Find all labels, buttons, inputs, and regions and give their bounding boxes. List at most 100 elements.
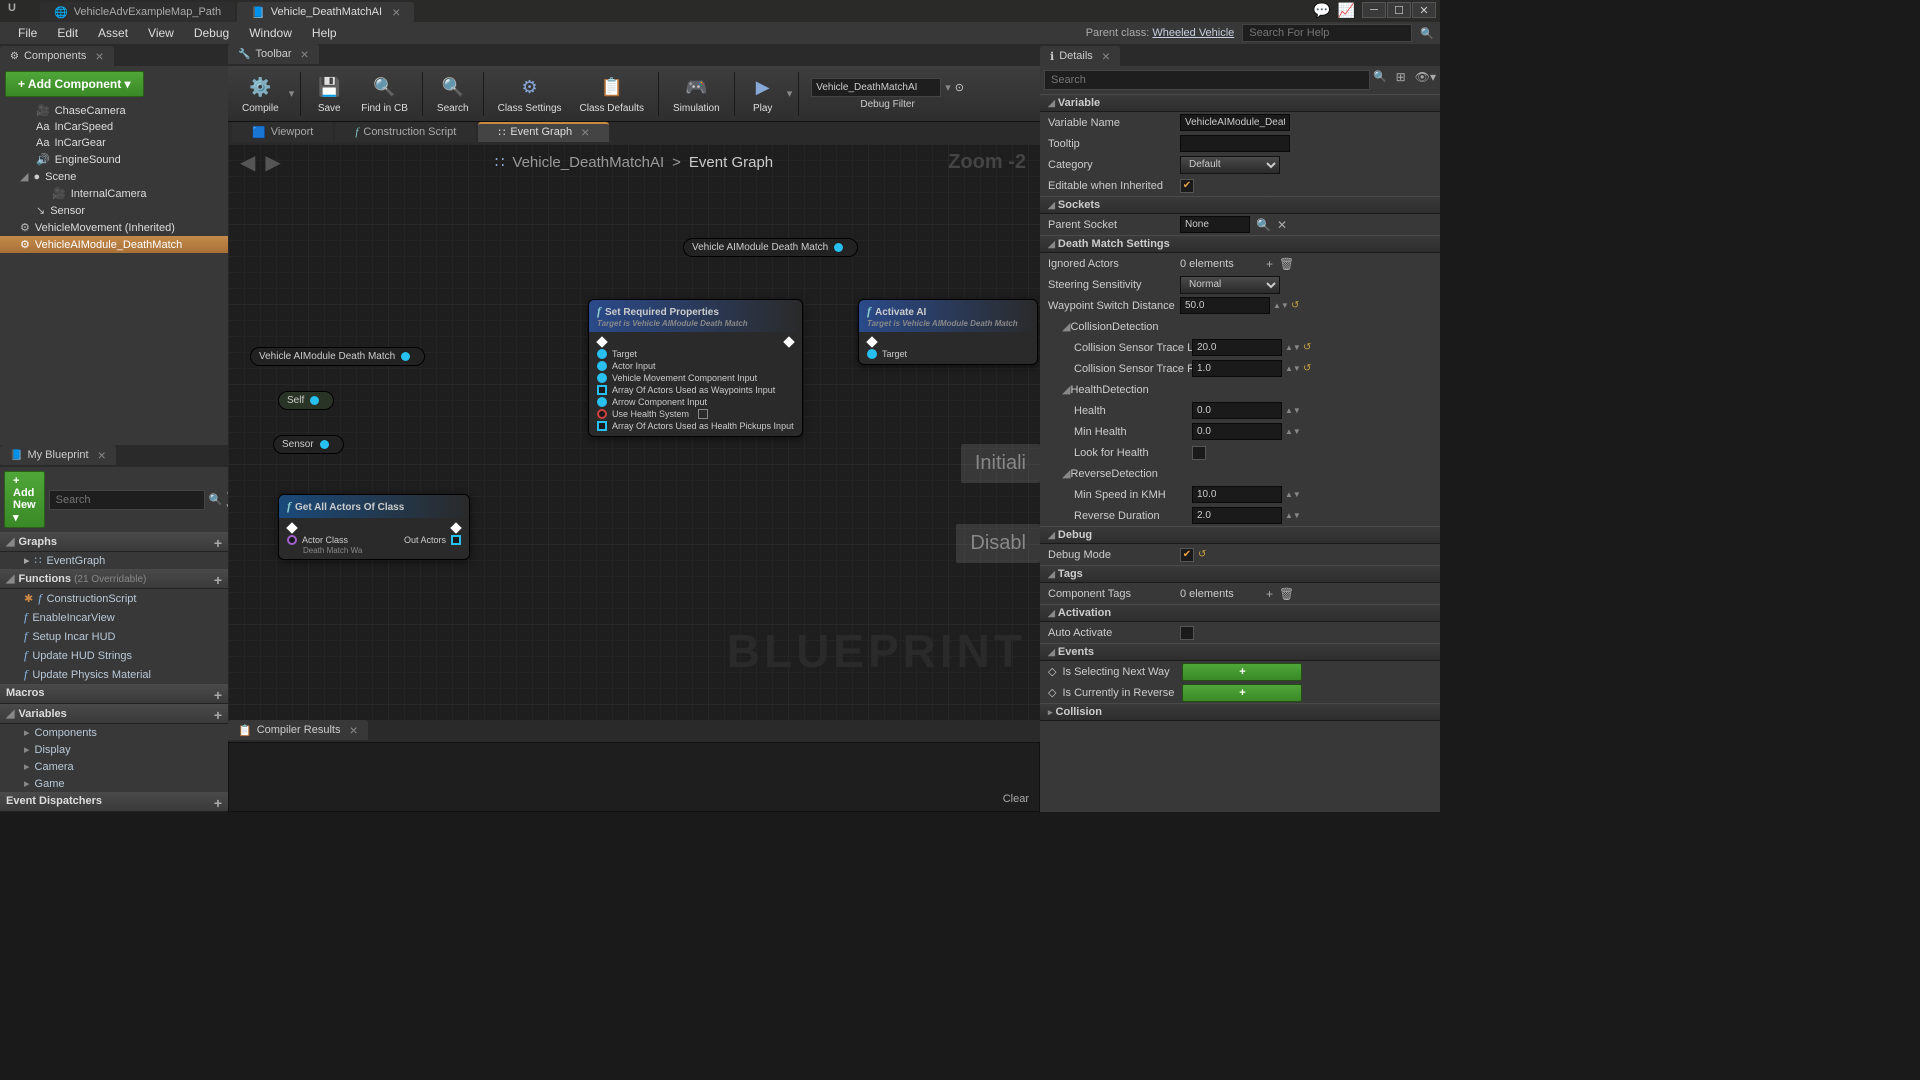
deathmatch-section[interactable]: ◢Death Match Settings bbox=[1040, 235, 1440, 253]
play-button[interactable]: ▶Play bbox=[741, 69, 785, 119]
component-item[interactable]: AaInCarSpeed bbox=[0, 119, 228, 135]
maximize-button[interactable]: ☐ bbox=[1387, 2, 1411, 18]
component-item[interactable]: AaInCarGear bbox=[0, 135, 228, 151]
variable-category[interactable]: ▸Game bbox=[0, 775, 228, 792]
graph-item[interactable]: ▸∷EventGraph bbox=[0, 552, 228, 569]
variable-category[interactable]: ▸Components bbox=[0, 724, 228, 741]
parent-class-link[interactable]: Wheeled Vehicle bbox=[1152, 27, 1234, 39]
function-item[interactable]: fUpdate Physics Material bbox=[0, 665, 228, 684]
function-item[interactable]: ✱fConstructionScript bbox=[0, 589, 228, 608]
blueprint-search-input[interactable] bbox=[49, 490, 205, 510]
reset-icon[interactable]: ↺ bbox=[1291, 300, 1299, 311]
find-in-cb-button[interactable]: 🔍Find in CB bbox=[353, 69, 416, 119]
min-health-input[interactable] bbox=[1192, 423, 1282, 440]
reset-icon[interactable]: ↺ bbox=[1198, 549, 1206, 560]
tab-blueprint[interactable]: 📘Vehicle_DeathMatchAI× bbox=[237, 2, 414, 22]
add-event-button[interactable]: + bbox=[1182, 684, 1302, 702]
menu-help[interactable]: Help bbox=[302, 22, 347, 44]
variable-name-input[interactable] bbox=[1180, 114, 1290, 131]
variables-section[interactable]: ◢Variables+ bbox=[0, 704, 228, 724]
search-icon[interactable]: 🔍 bbox=[1420, 27, 1434, 40]
close-icon[interactable]: × bbox=[349, 722, 357, 738]
class-defaults-button[interactable]: 📋Class Defaults bbox=[572, 69, 652, 119]
comment-box[interactable]: Initiali bbox=[961, 444, 1040, 483]
tab-viewport[interactable]: 🟦Viewport bbox=[232, 122, 333, 142]
variable-node[interactable]: Sensor bbox=[273, 435, 344, 454]
variable-section[interactable]: ◢Variable bbox=[1040, 94, 1440, 112]
add-button[interactable]: + bbox=[214, 707, 222, 723]
component-item-selected[interactable]: ⚙VehicleAIModule_DeathMatch bbox=[0, 236, 228, 253]
close-icon[interactable]: × bbox=[392, 4, 400, 20]
menu-asset[interactable]: Asset bbox=[88, 22, 138, 44]
collision-section[interactable]: ▸Collision bbox=[1040, 703, 1440, 721]
health-input[interactable] bbox=[1192, 402, 1282, 419]
search-icon[interactable]: 🔍 bbox=[1256, 218, 1271, 232]
search-icon[interactable]: 🔍 bbox=[209, 493, 223, 506]
add-button[interactable]: + bbox=[214, 535, 222, 551]
breadcrumb-bp[interactable]: Vehicle_DeathMatchAI bbox=[512, 154, 664, 171]
component-item[interactable]: ↘Sensor bbox=[0, 202, 228, 219]
save-button[interactable]: 💾Save bbox=[307, 69, 351, 119]
close-button[interactable]: ✕ bbox=[1412, 2, 1436, 18]
close-icon[interactable]: × bbox=[95, 48, 103, 64]
clear-button[interactable]: Clear bbox=[1003, 793, 1029, 805]
tab-construction[interactable]: fConstruction Script bbox=[335, 122, 476, 142]
menu-view[interactable]: View bbox=[138, 22, 184, 44]
trash-icon[interactable]: 🗑 bbox=[1279, 257, 1294, 271]
node-set-required-properties[interactable]: fSet Required PropertiesTarget is Vehicl… bbox=[588, 299, 803, 437]
close-icon[interactable]: × bbox=[1102, 48, 1110, 64]
waypoint-distance-input[interactable] bbox=[1180, 297, 1270, 314]
menu-debug[interactable]: Debug bbox=[184, 22, 239, 44]
add-new-button[interactable]: + Add New ▾ bbox=[4, 471, 45, 528]
add-icon[interactable]: + bbox=[1266, 587, 1273, 601]
min-speed-input[interactable] bbox=[1192, 486, 1282, 503]
menu-file[interactable]: File bbox=[8, 22, 47, 44]
events-section[interactable]: ◢Events bbox=[1040, 643, 1440, 661]
category-select[interactable]: Default bbox=[1180, 156, 1280, 174]
clear-icon[interactable]: ✕ bbox=[1277, 218, 1287, 232]
tags-section[interactable]: ◢Tags bbox=[1040, 565, 1440, 583]
function-item[interactable]: fSetup Incar HUD bbox=[0, 627, 228, 646]
class-settings-button[interactable]: ⚙Class Settings bbox=[490, 69, 570, 119]
activation-section[interactable]: ◢Activation bbox=[1040, 604, 1440, 622]
add-button[interactable]: + bbox=[214, 687, 222, 703]
collision-subsection[interactable]: CollisionDetection bbox=[1070, 321, 1158, 333]
reverse-duration-input[interactable] bbox=[1192, 507, 1282, 524]
add-icon[interactable]: + bbox=[1266, 257, 1273, 271]
trash-icon[interactable]: 🗑 bbox=[1279, 587, 1294, 601]
details-search-input[interactable] bbox=[1044, 70, 1370, 90]
function-item[interactable]: fEnableIncarView bbox=[0, 608, 228, 627]
look-health-checkbox[interactable] bbox=[1192, 446, 1206, 460]
component-item[interactable]: ◢●Scene bbox=[0, 168, 228, 185]
add-event-button[interactable]: + bbox=[1182, 663, 1302, 681]
event-graph-canvas[interactable]: ◀ ▶ ∷ Vehicle_DeathMatchAI > Event Graph… bbox=[228, 144, 1040, 720]
add-button[interactable]: + bbox=[214, 572, 222, 588]
sockets-section[interactable]: ◢Sockets bbox=[1040, 196, 1440, 214]
search-help-input[interactable] bbox=[1242, 24, 1412, 42]
node-get-all-actors[interactable]: fGet All Actors Of Class Actor ClassDeat… bbox=[278, 494, 470, 560]
compile-button[interactable]: ⚙️Compile bbox=[234, 69, 287, 119]
add-component-button[interactable]: + Add Component ▾ bbox=[5, 71, 144, 97]
functions-section[interactable]: ◢Functions (21 Overridable)+ bbox=[0, 569, 228, 589]
comment-box[interactable]: Disabl bbox=[956, 524, 1040, 563]
menu-edit[interactable]: Edit bbox=[47, 22, 88, 44]
variable-category[interactable]: ▸Display bbox=[0, 741, 228, 758]
nav-back-button[interactable]: ◀ bbox=[240, 150, 255, 175]
debug-mode-checkbox[interactable]: ✔ bbox=[1180, 548, 1194, 562]
macros-section[interactable]: Macros+ bbox=[0, 684, 228, 704]
tooltip-input[interactable] bbox=[1180, 135, 1290, 152]
menu-window[interactable]: Window bbox=[239, 22, 302, 44]
search-button[interactable]: 🔍Search bbox=[429, 69, 477, 119]
variable-category[interactable]: ▸Camera bbox=[0, 758, 228, 775]
variable-node[interactable]: Vehicle AIModule Death Match bbox=[683, 238, 858, 257]
search-icon[interactable]: 🔍 bbox=[1373, 70, 1387, 90]
component-item[interactable]: ⚙VehicleMovement (Inherited) bbox=[0, 219, 228, 236]
tab-event-graph[interactable]: ∷Event Graph× bbox=[478, 122, 609, 142]
add-button[interactable]: + bbox=[214, 795, 222, 811]
component-item[interactable]: 🎥ChaseCamera bbox=[0, 102, 228, 119]
graph-icon[interactable]: 📈 bbox=[1338, 2, 1355, 19]
locate-icon[interactable]: ⊙ bbox=[955, 81, 964, 94]
variable-node[interactable]: Vehicle AIModule Death Match bbox=[250, 347, 425, 366]
trace-r-input[interactable] bbox=[1192, 360, 1282, 377]
editable-checkbox[interactable]: ✔ bbox=[1180, 179, 1194, 193]
